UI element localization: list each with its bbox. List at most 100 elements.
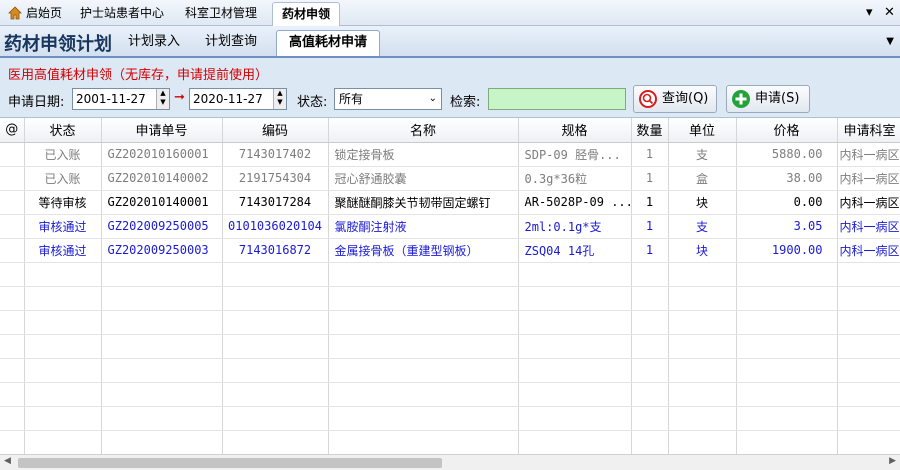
scroll-left-icon[interactable]: ◀: [4, 456, 11, 466]
empty-cell: [837, 406, 900, 431]
col-header-price[interactable]: 价格: [736, 118, 838, 143]
horizontal-scrollbar[interactable]: ◀ ▶: [0, 454, 900, 470]
empty-cell: [222, 382, 329, 407]
search-input[interactable]: [488, 88, 626, 110]
empty-cell: [631, 334, 669, 359]
empty-cell: [518, 358, 632, 383]
table-row[interactable]: 审核通过 GZ202009250005 0101036020104 氯胺酮注射液 2ml…: [0, 214, 900, 239]
cell-code: 7143017402: [222, 142, 329, 167]
cell-code: 0101036020104: [222, 214, 329, 239]
empty-cell: [0, 358, 25, 383]
col-header-code[interactable]: 编码: [222, 118, 329, 143]
empty-cell: [837, 358, 900, 383]
empty-cell: [222, 286, 329, 311]
chevron-down-icon[interactable]: ▾: [866, 3, 873, 23]
empty-cell: [222, 406, 329, 431]
tab-high-value-request[interactable]: 高值耗材申请: [276, 30, 380, 56]
cell-request-no: GZ202009250003: [101, 238, 223, 263]
empty-cell: [631, 310, 669, 335]
table-row[interactable]: 已入账 GZ202010160001 7143017402 锁定接骨板 SDP-09 胫…: [0, 142, 900, 167]
scroll-right-icon[interactable]: ▶: [889, 456, 896, 466]
empty-cell: [0, 334, 25, 359]
cell-quantity: 1: [631, 238, 669, 263]
cell-name: 聚醚醚酮膝关节韧带固定螺钉: [328, 190, 519, 215]
cell-name: 冠心舒通胶囊: [328, 166, 519, 191]
table-row[interactable]: 等待审核 GZ202010140001 7143017284 聚醚醚酮膝关节韧带固定螺…: [0, 190, 900, 215]
empty-row: [0, 430, 900, 454]
cell-marker: [0, 190, 25, 215]
date-to-value: 2020-11-27: [193, 92, 263, 106]
col-header-at[interactable]: @: [0, 118, 25, 143]
empty-cell: [24, 382, 102, 407]
date-to-spinner[interactable]: ▲ ▼: [273, 89, 286, 109]
cell-request-no: GZ202010140001: [101, 190, 223, 215]
tab-plan-entry[interactable]: 计划录入: [120, 30, 188, 56]
status-select[interactable]: 所有 ⌄: [334, 88, 442, 110]
query-button[interactable]: 查询(Q): [633, 85, 717, 113]
query-button-label: 查询(Q): [662, 91, 709, 106]
cell-price: 3.05: [736, 214, 838, 239]
date-to-picker[interactable]: 2020-11-27 ▲ ▼: [189, 88, 287, 110]
tab-home-label: 启始页: [26, 6, 63, 20]
date-from-spinner[interactable]: ▲ ▼: [156, 89, 169, 109]
empty-cell: [328, 358, 519, 383]
empty-cell: [0, 382, 25, 407]
cell-quantity: 1: [631, 214, 669, 239]
empty-cell: [736, 382, 838, 407]
cell-status: 已入账: [24, 166, 102, 191]
col-header-dept[interactable]: 申请科室: [837, 118, 900, 143]
empty-cell: [518, 286, 632, 311]
sub-nav-bar: 药材申领计划 计划录入 计划查询 高值耗材申请 ▼: [0, 26, 900, 58]
tab-plan-query[interactable]: 计划查询: [196, 30, 266, 56]
empty-cell: [24, 310, 102, 335]
nav-dropdown-icon[interactable]: ▼: [886, 36, 894, 47]
tab-nurse-station[interactable]: 护士站患者中心: [72, 2, 172, 26]
table-row[interactable]: 已入账 GZ202010140002 2191754304 冠心舒通胶囊 0.3g*36…: [0, 166, 900, 191]
tab-home[interactable]: 启始页: [2, 2, 68, 26]
empty-cell: [668, 382, 737, 407]
close-icon[interactable]: ✕: [884, 3, 895, 23]
empty-cell: [328, 286, 519, 311]
tab-dept-supplies[interactable]: 科室卫材管理: [176, 2, 266, 26]
empty-cell: [328, 406, 519, 431]
scrollbar-thumb[interactable]: [18, 458, 442, 468]
plus-icon: [732, 90, 750, 108]
col-header-unit[interactable]: 单位: [668, 118, 737, 143]
cell-status: 审核通过: [24, 238, 102, 263]
col-header-request-no[interactable]: 申请单号: [101, 118, 223, 143]
apply-button[interactable]: 申请(S): [726, 85, 810, 113]
search-icon: [639, 90, 657, 108]
cell-dept: 内科一病区: [837, 238, 900, 263]
empty-cell: [631, 382, 669, 407]
empty-row: [0, 334, 900, 359]
col-header-status[interactable]: 状态: [24, 118, 102, 143]
empty-cell: [518, 262, 632, 287]
empty-row: [0, 262, 900, 287]
empty-cell: [24, 358, 102, 383]
empty-cell: [518, 406, 632, 431]
empty-cell: [24, 286, 102, 311]
col-header-quantity[interactable]: 数量: [631, 118, 669, 143]
top-tab-bar: 启始页 护士站患者中心 科室卫材管理 药材申领 ▾ ✕: [0, 0, 900, 26]
tab-medicine-request[interactable]: 药材申领: [272, 2, 340, 26]
date-from-value: 2001-11-27: [76, 92, 146, 106]
empty-cell: [24, 262, 102, 287]
empty-row: [0, 406, 900, 431]
empty-cell: [668, 406, 737, 431]
empty-cell: [736, 262, 838, 287]
table-row[interactable]: 审核通过 GZ202009250003 7143016872 金属接骨板（重建型钢板）…: [0, 238, 900, 263]
home-icon: [8, 6, 22, 20]
empty-cell: [631, 286, 669, 311]
empty-cell: [328, 310, 519, 335]
empty-cell: [837, 382, 900, 407]
cell-request-no: GZ202010160001: [101, 142, 223, 167]
request-table: @ 状态 申请单号 编码 名称 规格 数量 单位 价格 申请科室 已入账 GZ20…: [0, 118, 900, 454]
col-header-name[interactable]: 名称: [328, 118, 519, 143]
empty-cell: [736, 406, 838, 431]
cell-code: 7143017284: [222, 190, 329, 215]
col-header-spec[interactable]: 规格: [518, 118, 632, 143]
date-from-picker[interactable]: 2001-11-27 ▲ ▼: [72, 88, 170, 110]
empty-cell: [101, 358, 223, 383]
empty-cell: [0, 430, 25, 454]
cell-unit: 盒: [668, 166, 737, 191]
